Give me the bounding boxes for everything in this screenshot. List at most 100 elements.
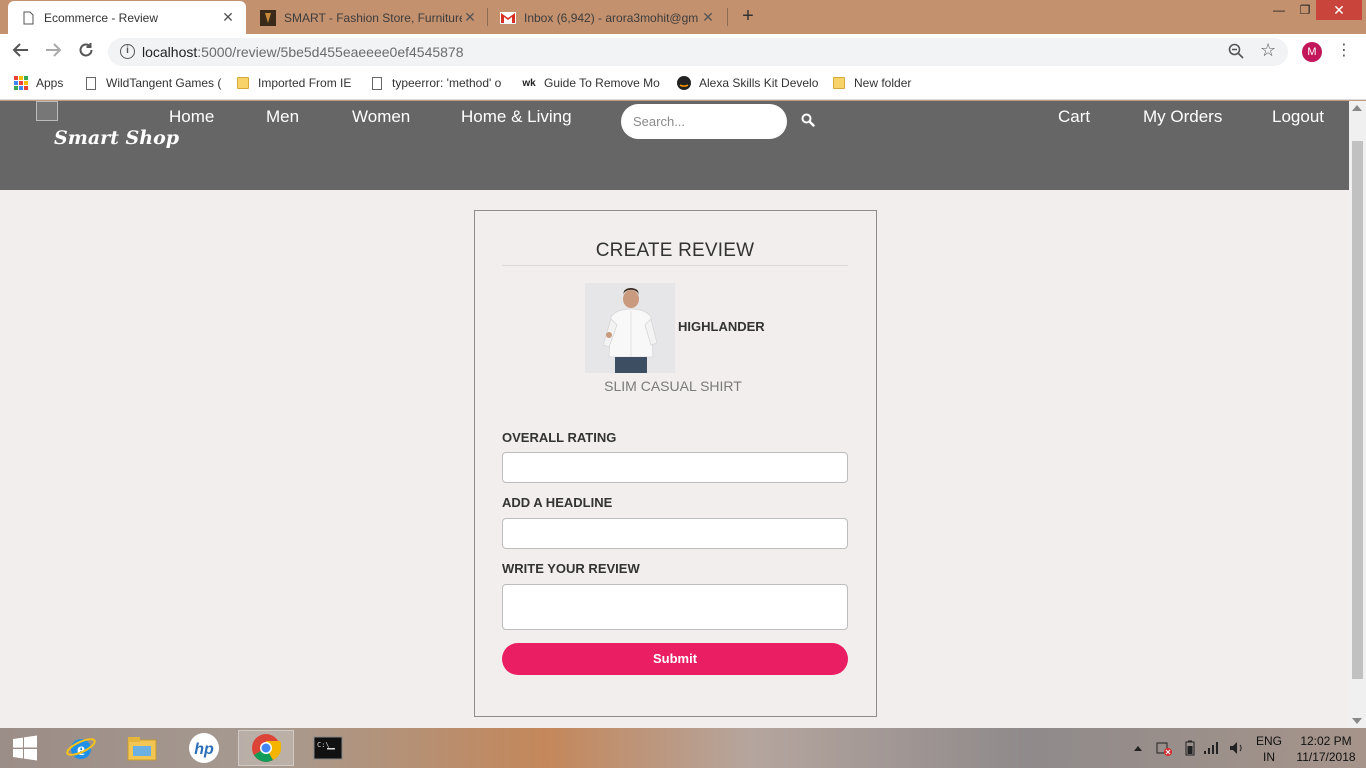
scroll-up-arrow-icon[interactable]	[1352, 105, 1362, 111]
action-center-icon[interactable]	[1156, 728, 1172, 768]
bookmark-new-folder[interactable]: New folder	[832, 76, 911, 90]
nav-men[interactable]: Men	[266, 107, 299, 127]
bookmark-alexa[interactable]: Alexa Skills Kit Develo	[677, 76, 818, 90]
chrome-taskbar-button[interactable]	[238, 730, 294, 766]
folder-icon	[832, 76, 846, 90]
apps-grid-icon	[14, 76, 28, 90]
submit-button[interactable]: Submit	[502, 643, 848, 675]
new-tab-button[interactable]: +	[738, 6, 758, 28]
bookmark-typeerror[interactable]: typeerror: 'method' o	[370, 76, 501, 90]
headline-input[interactable]	[502, 518, 848, 549]
tab-title: SMART - Fashion Store, Furniture	[284, 10, 462, 25]
battery-icon[interactable]	[1185, 728, 1195, 768]
window-close-button[interactable]: ✕	[1316, 0, 1362, 20]
reload-button[interactable]	[74, 41, 98, 63]
bookmark-wildtangent[interactable]: WildTangent Games (	[84, 76, 221, 90]
browser-tabstrip: Ecommerce - Review ✕ SMART - Fashion Sto…	[0, 0, 1366, 34]
tab-smart-fashion[interactable]: SMART - Fashion Store, Furniture ✕	[248, 1, 488, 34]
close-icon[interactable]: ✕	[700, 9, 716, 26]
network-signal-icon[interactable]	[1203, 728, 1219, 768]
clock[interactable]: 12:02 PM 11/17/2018	[1292, 733, 1360, 765]
file-explorer-icon[interactable]	[114, 730, 170, 766]
input-language[interactable]: ENG IN	[1254, 733, 1284, 765]
page-viewport: Smart Shop Home Men Women Home & Living …	[0, 101, 1349, 728]
amazon-icon	[677, 76, 691, 90]
forward-button[interactable]	[41, 41, 65, 63]
clock-date: 11/17/2018	[1296, 750, 1356, 764]
wikihow-icon: wk	[522, 77, 536, 89]
language-code: ENG	[1255, 734, 1282, 748]
gmail-icon	[500, 10, 516, 26]
site-header: Smart Shop Home Men Women Home & Living …	[0, 101, 1349, 190]
windows-taskbar: e hp C:\ ENG IN 12:02 PM 11/17/2018	[0, 728, 1366, 768]
product-image	[585, 283, 675, 373]
site-logo[interactable]: Smart Shop	[54, 127, 179, 149]
page-icon	[84, 76, 98, 90]
product-brand: HIGHLANDER	[678, 319, 765, 334]
page-icon	[370, 76, 384, 90]
zoom-icon[interactable]	[1228, 43, 1244, 63]
menu-icon[interactable]: ⋮	[1336, 41, 1352, 61]
search-input[interactable]	[621, 104, 787, 139]
reload-icon	[79, 43, 93, 57]
forward-arrow-icon	[46, 43, 62, 57]
browser-toolbar: i localhost:5000/review/5be5d455eaeeee0e…	[0, 34, 1366, 70]
bookmark-label: Apps	[36, 76, 64, 90]
profile-avatar[interactable]: M	[1302, 42, 1322, 62]
tab-gmail-inbox[interactable]: Inbox (6,942) - arora3mohit@gm ✕	[488, 1, 726, 34]
tab-divider	[727, 8, 728, 26]
back-button[interactable]	[9, 41, 33, 63]
page-icon	[20, 10, 36, 26]
close-icon[interactable]: ✕	[462, 9, 478, 26]
clock-time: 12:02 PM	[1300, 734, 1352, 748]
title-divider	[502, 265, 848, 266]
command-prompt-icon[interactable]: C:\	[300, 730, 356, 766]
bookmark-label: Alexa Skills Kit Develo	[699, 76, 819, 90]
tab-title: Ecommerce - Review	[44, 10, 159, 25]
bookmark-label: typeerror: 'method' o	[392, 76, 502, 90]
review-textarea[interactable]	[502, 584, 848, 630]
bookmark-guide[interactable]: wk Guide To Remove Mo	[522, 76, 660, 90]
bookmark-apps[interactable]: Apps	[14, 76, 63, 90]
bookmark-imported-ie[interactable]: Imported From IE	[236, 76, 351, 90]
volume-icon[interactable]	[1229, 728, 1245, 768]
tab-title: Inbox (6,942) - arora3mohit@gm	[524, 10, 699, 25]
review-label: WRITE YOUR REVIEW	[502, 561, 640, 576]
show-hidden-icons-chevron-icon[interactable]	[1133, 728, 1143, 768]
bookmarks-bar: Apps WildTangent Games ( Imported From I…	[0, 70, 1366, 100]
back-arrow-icon	[12, 43, 28, 57]
address-bar[interactable]: i localhost:5000/review/5be5d455eaeeee0e…	[108, 38, 1288, 66]
logo-image-broken-icon[interactable]	[36, 101, 58, 121]
site-favicon-icon	[260, 9, 276, 26]
nav-women[interactable]: Women	[352, 107, 410, 127]
bookmark-label: Imported From IE	[258, 76, 352, 90]
bookmark-star-icon[interactable]: ☆	[1260, 40, 1276, 61]
nav-my-orders[interactable]: My Orders	[1143, 107, 1222, 127]
hp-icon[interactable]: hp	[176, 730, 232, 766]
rating-label: OVERALL RATING	[502, 430, 617, 445]
scroll-down-arrow-icon[interactable]	[1352, 718, 1362, 724]
close-icon[interactable]: ✕	[220, 9, 236, 26]
svg-text:hp: hp	[194, 741, 214, 758]
url-text[interactable]: localhost:5000/review/5be5d455eaeeee0ef4…	[142, 44, 464, 60]
windows-logo-icon	[13, 735, 37, 761]
internet-explorer-icon[interactable]: e	[53, 730, 109, 766]
nav-cart[interactable]: Cart	[1058, 107, 1090, 127]
chrome-icon	[252, 734, 281, 762]
page-scrollbar[interactable]	[1349, 101, 1366, 728]
info-icon[interactable]: i	[120, 44, 135, 59]
start-button[interactable]	[0, 730, 50, 766]
overall-rating-input[interactable]	[502, 452, 848, 483]
svg-text:C:\: C:\	[317, 741, 330, 749]
scroll-thumb[interactable]	[1352, 141, 1363, 679]
bookmark-label: New folder	[854, 76, 912, 90]
tab-ecommerce-review[interactable]: Ecommerce - Review ✕	[8, 1, 246, 34]
search-icon[interactable]	[801, 113, 815, 127]
nav-home[interactable]: Home	[169, 107, 214, 127]
region-code: IN	[1263, 750, 1275, 764]
nav-logout[interactable]: Logout	[1272, 107, 1324, 127]
nav-home-living[interactable]: Home & Living	[461, 107, 572, 127]
review-form-card: CREATE REVIEW HIGHLANDER SLIM CASUAL SHI…	[474, 210, 877, 717]
bookmark-label: Guide To Remove Mo	[544, 76, 660, 90]
folder-icon	[236, 76, 250, 90]
